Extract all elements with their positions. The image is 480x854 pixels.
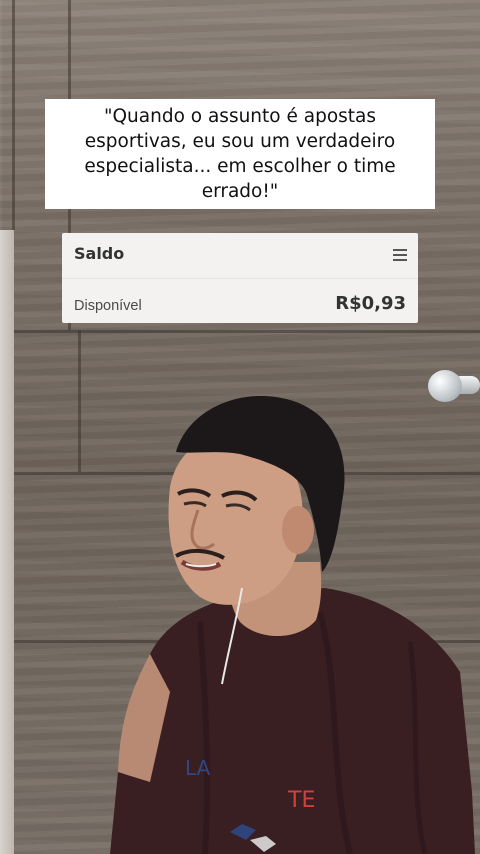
- available-balance-value: R$0,93: [335, 293, 406, 314]
- crying-man-photo: LA TE: [110, 395, 475, 854]
- balance-card: Saldo Disponível R$0,93: [62, 233, 418, 323]
- white-wall-edge: [0, 230, 14, 854]
- video-frame: LA TE "Quando o assunto é apostas esport…: [0, 0, 480, 854]
- caption-text: "Quando o assunto é apostas esportivas, …: [84, 106, 396, 202]
- tile-seam: [78, 330, 81, 472]
- balance-title: Saldo: [74, 244, 125, 263]
- hamburger-menu-icon[interactable]: [393, 249, 407, 261]
- shirt-print-left: LA: [185, 756, 211, 780]
- balance-divider: [62, 278, 418, 279]
- shirt-print-right: TE: [287, 788, 315, 813]
- available-label: Disponível: [74, 298, 142, 314]
- tile-seam: [12, 0, 15, 230]
- tile-seam: [0, 330, 480, 333]
- meme-caption: "Quando o assunto é apostas esportivas, …: [45, 99, 435, 209]
